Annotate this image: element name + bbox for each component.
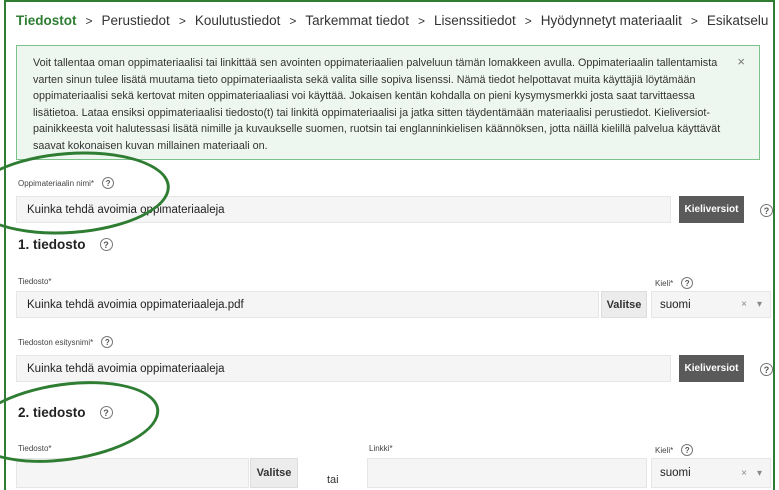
file1-heading: 1. tiedosto ? bbox=[18, 237, 113, 252]
file1-display-name-value: Kuinka tehdä avoimia oppimateriaaleja bbox=[27, 362, 225, 375]
breadcrumb-step-koulutustiedot[interactable]: Koulutustiedot bbox=[195, 13, 281, 28]
file2-language-select[interactable]: suomi × ▾ bbox=[651, 458, 771, 488]
chevron-down-icon[interactable]: ▾ bbox=[757, 468, 762, 479]
chevron-right-icon: > bbox=[524, 13, 532, 28]
file1-choose-button[interactable]: Valitse bbox=[601, 291, 647, 318]
material-name-input[interactable]: Kuinka tehdä avoimia oppimateriaaleja bbox=[16, 196, 671, 223]
chevron-right-icon: > bbox=[690, 13, 698, 28]
breadcrumb-step-lisenssitiedot[interactable]: Lisenssitiedot bbox=[434, 13, 516, 28]
breadcrumb-step-perustiedot[interactable]: Perustiedot bbox=[102, 13, 170, 28]
chevron-down-icon[interactable]: ▾ bbox=[757, 299, 762, 310]
file1-display-name-label-text: Tiedoston esitysnimi* bbox=[18, 337, 94, 347]
or-text: tai bbox=[327, 474, 339, 486]
help-icon[interactable]: ? bbox=[102, 177, 115, 189]
breadcrumb-step-tarkemmat-tiedot[interactable]: Tarkemmat tiedot bbox=[305, 13, 409, 28]
material-name-label-text: Oppimateriaalin nimi* bbox=[18, 178, 95, 188]
file1-file-input[interactable]: Kuinka tehdä avoimia oppimateriaaleja.pd… bbox=[16, 291, 599, 318]
breadcrumb-step-hyodynnetyt-materiaalit[interactable]: Hyödynnetyt materiaalit bbox=[541, 13, 682, 28]
file2-language-label: Kieli* ? bbox=[655, 444, 694, 456]
close-icon[interactable]: × bbox=[737, 54, 745, 71]
file2-language-label-text: Kieli* bbox=[655, 445, 674, 455]
clear-icon[interactable]: × bbox=[741, 299, 747, 310]
file1-language-value: suomi bbox=[660, 298, 691, 311]
file1-display-name-label: Tiedoston esitysnimi* ? bbox=[18, 336, 114, 348]
file2-heading: 2. tiedosto ? bbox=[18, 405, 113, 420]
help-icon[interactable]: ? bbox=[99, 406, 113, 419]
clear-icon[interactable]: × bbox=[741, 468, 747, 479]
file1-display-name-input[interactable]: Kuinka tehdä avoimia oppimateriaaleja bbox=[16, 355, 671, 382]
help-icon[interactable]: ? bbox=[101, 336, 114, 348]
file1-language-label: Kieli* ? bbox=[655, 277, 694, 289]
file1-file-label: Tiedosto* bbox=[18, 277, 52, 286]
material-name-language-versions-button[interactable]: Kieliversiot bbox=[679, 196, 744, 223]
chevron-right-icon: > bbox=[417, 13, 425, 28]
breadcrumb-step-esikatselu[interactable]: Esikatselu bbox=[707, 13, 769, 28]
file1-language-select[interactable]: suomi × ▾ bbox=[651, 291, 771, 318]
material-name-label: Oppimateriaalin nimi* ? bbox=[18, 177, 115, 189]
help-icon[interactable]: ? bbox=[760, 363, 773, 376]
file1-heading-text: 1. tiedosto bbox=[18, 237, 86, 252]
breadcrumb-step-tiedostot[interactable]: Tiedostot bbox=[16, 13, 77, 28]
file2-choose-button[interactable]: Valitse bbox=[250, 458, 298, 488]
file2-link-input[interactable] bbox=[367, 458, 647, 488]
file2-language-value: suomi bbox=[660, 467, 691, 479]
file2-link-label-text: Linkki* bbox=[369, 444, 393, 453]
help-icon[interactable]: ? bbox=[99, 238, 113, 251]
file2-heading-text: 2. tiedosto bbox=[18, 405, 86, 420]
chevron-right-icon: > bbox=[289, 13, 297, 28]
file2-file-input[interactable] bbox=[16, 458, 249, 488]
info-notice: Voit tallentaa oman oppimateriaalisi tai… bbox=[16, 45, 760, 160]
info-notice-text: Voit tallentaa oman oppimateriaalisi tai… bbox=[33, 57, 721, 152]
help-icon[interactable]: ? bbox=[760, 204, 773, 217]
file1-language-versions-button[interactable]: Kieliversiot bbox=[679, 355, 744, 382]
file2-file-label-text: Tiedosto* bbox=[18, 444, 52, 453]
help-icon[interactable]: ? bbox=[681, 444, 694, 456]
file1-language-label-text: Kieli* bbox=[655, 278, 674, 288]
chevron-right-icon: > bbox=[85, 13, 93, 28]
file1-file-value: Kuinka tehdä avoimia oppimateriaaleja.pd… bbox=[27, 298, 244, 311]
material-name-value: Kuinka tehdä avoimia oppimateriaaleja bbox=[27, 203, 225, 216]
file2-link-label: Linkki* bbox=[369, 444, 393, 453]
breadcrumb: Tiedostot > Perustiedot > Koulutustiedot… bbox=[16, 13, 768, 28]
file1-file-label-text: Tiedosto* bbox=[18, 277, 52, 286]
help-icon[interactable]: ? bbox=[681, 277, 694, 289]
chevron-right-icon: > bbox=[178, 13, 186, 28]
file2-file-label: Tiedosto* bbox=[18, 444, 52, 453]
